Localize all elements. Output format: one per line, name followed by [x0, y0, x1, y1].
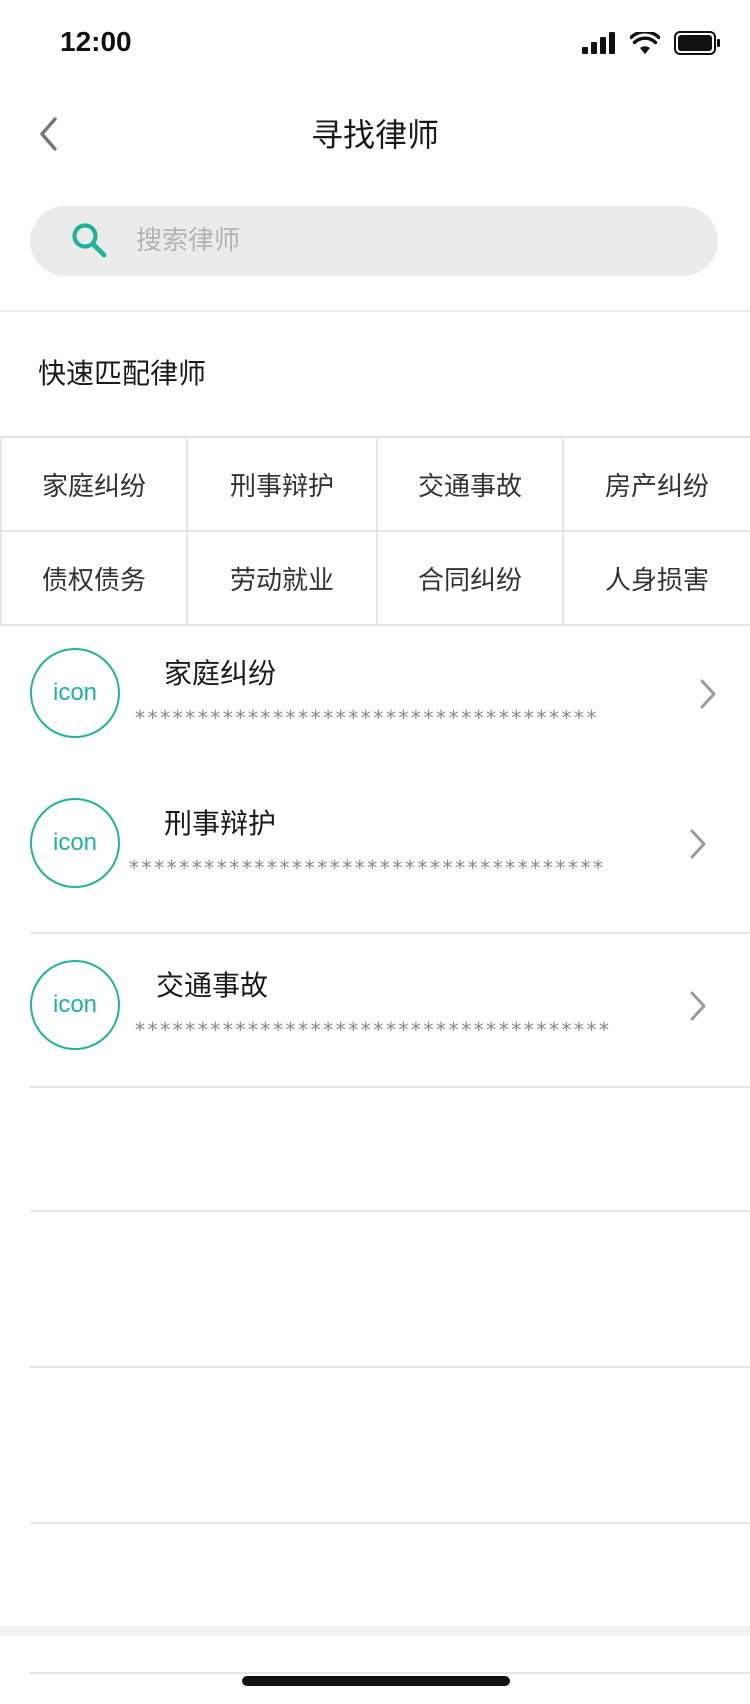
list-item-title: 刑事辩护	[164, 807, 277, 840]
bottom-divider	[30, 1672, 750, 1674]
quick-match-grid: 家庭纠纷 刑事辩护 交通事故 房产纠纷 债权债务 劳动就业 合同纠纷 人身损害	[0, 438, 750, 626]
list-item-description: **************************************	[134, 1018, 611, 1042]
quick-match-section: 快速匹配律师 家庭纠纷 刑事辩护 交通事故 房产纠纷 债权债务 劳动就业 合同纠…	[0, 310, 750, 626]
list-item-title: 家庭纠纷	[164, 657, 277, 690]
empty-row	[30, 1056, 750, 1212]
quick-category-debt[interactable]: 债权债务	[2, 532, 188, 626]
page-title: 寻找律师	[310, 116, 439, 154]
list-item[interactable]: icon 家庭纠纷 ******************************…	[0, 628, 750, 778]
lawyer-list: icon 家庭纠纷 ******************************…	[0, 628, 750, 1088]
quick-category-labor[interactable]: 劳动就业	[188, 532, 378, 626]
list-item-title: 交通事故	[156, 969, 269, 1002]
home-indicator[interactable]	[242, 1676, 510, 1686]
quick-category-family[interactable]: 家庭纠纷	[2, 438, 188, 532]
avatar: icon	[30, 960, 120, 1050]
avatar: icon	[30, 648, 120, 738]
chevron-right-icon	[686, 988, 710, 1024]
quick-category-personal-injury[interactable]: 人身损害	[564, 532, 750, 626]
chevron-right-icon	[696, 676, 720, 712]
status-time: 12:00	[60, 26, 132, 57]
header: 寻找律师	[0, 88, 750, 184]
status-icons	[580, 30, 720, 59]
quick-match-title: 快速匹配律师	[0, 312, 750, 438]
wifi-icon	[629, 30, 661, 58]
search-bar[interactable]	[30, 206, 718, 276]
chevron-right-icon	[686, 826, 710, 862]
signal-icon	[582, 32, 616, 58]
list-item-description: *************************************	[134, 706, 599, 730]
list-item[interactable]: icon 刑事辩护 ******************************…	[30, 778, 750, 934]
search-input[interactable]	[134, 210, 658, 272]
battery-icon	[674, 31, 720, 59]
empty-row	[30, 1212, 750, 1368]
quick-category-property[interactable]: 房产纠纷	[564, 438, 750, 532]
avatar: icon	[30, 798, 120, 888]
quick-category-contract[interactable]: 合同纠纷	[378, 532, 564, 626]
bottom-separator	[0, 1626, 750, 1636]
quick-category-traffic[interactable]: 交通事故	[378, 438, 564, 532]
quick-category-criminal[interactable]: 刑事辩护	[188, 438, 378, 532]
empty-row	[30, 1368, 750, 1524]
search-icon	[68, 219, 112, 263]
status-bar: 12:00	[0, 0, 750, 88]
list-item-description: **************************************	[128, 856, 605, 880]
empty-list-area	[30, 1056, 750, 1524]
